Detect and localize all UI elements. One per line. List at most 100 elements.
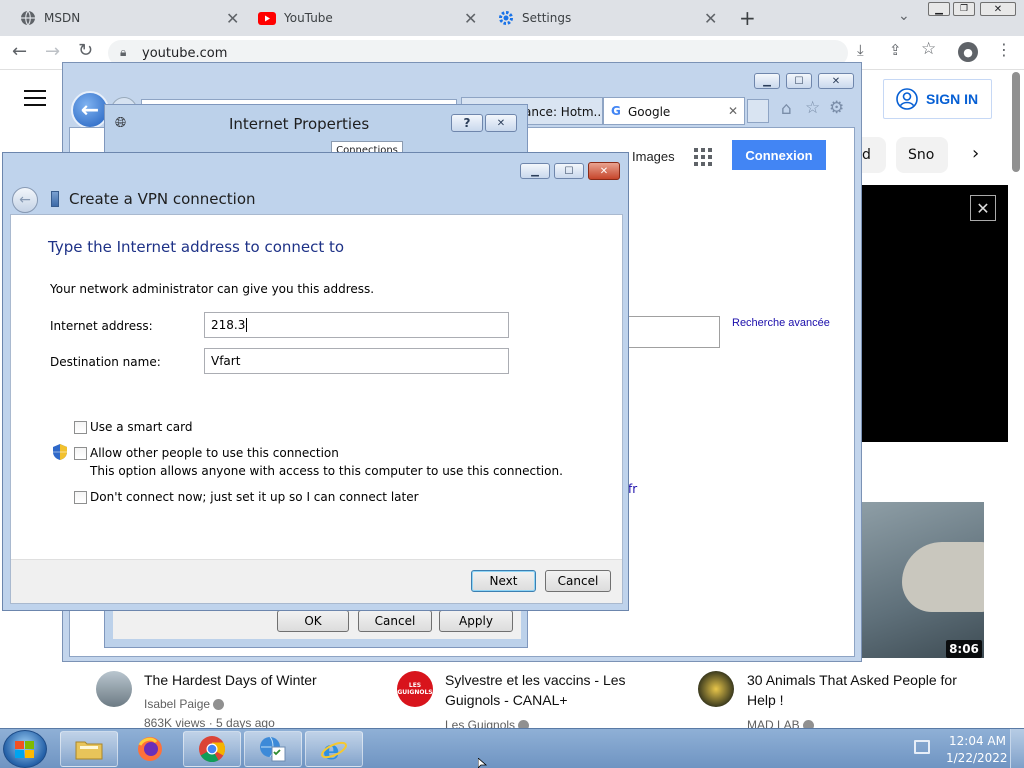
destination-name-input[interactable]: Vfart <box>204 348 509 374</box>
new-tab-button[interactable]: + <box>739 6 756 30</box>
connexion-button[interactable]: Connexion <box>732 140 826 170</box>
close-tab-icon[interactable]: ✕ <box>704 9 717 28</box>
close-tab-icon[interactable]: ✕ <box>226 9 239 28</box>
install-icon[interactable]: ⤓ <box>857 41 864 59</box>
advanced-search-link[interactable]: Recherche avancée <box>732 317 830 329</box>
close-tab-icon[interactable]: ✕ <box>464 9 477 28</box>
video-title[interactable]: The Hardest Days of Winter <box>144 670 374 690</box>
tab-settings[interactable]: Settings ✕ <box>492 0 728 36</box>
close-window-icon[interactable]: ✕ <box>588 162 620 180</box>
maximize-icon[interactable]: ☐ <box>786 73 812 89</box>
dont-connect-label[interactable]: Don't connect now; just set it up so I c… <box>90 490 419 504</box>
channel-avatar[interactable]: LES GUIGNOLS <box>397 671 433 707</box>
channel-avatar[interactable] <box>698 671 734 707</box>
vpn-network-icon <box>51 191 59 207</box>
intro-text: Your network administrator can give you … <box>50 282 375 296</box>
google-images-link[interactable]: Images <box>632 149 675 164</box>
language-link[interactable]: fr <box>628 482 637 496</box>
chip-partial[interactable]: d <box>862 137 886 173</box>
page-scrollbar-thumb[interactable] <box>1012 72 1020 172</box>
home-icon[interactable]: ⌂ <box>781 99 792 119</box>
start-button[interactable] <box>3 730 47 768</box>
tab-label: Settings <box>522 11 572 25</box>
internet-options-icon <box>260 736 286 762</box>
clock-date[interactable]: 1/22/2022 <box>946 751 1008 765</box>
ie-icon: e <box>321 736 347 763</box>
clock-time[interactable]: 12:04 AM <box>949 734 1006 748</box>
close-dialog-icon[interactable]: ✕ <box>485 114 517 132</box>
ie-new-tab[interactable] <box>747 99 769 123</box>
cancel-button[interactable]: Cancel <box>358 610 432 632</box>
video-title[interactable]: Sylvestre et les vaccins - Les Guignols … <box>445 670 675 710</box>
ok-button[interactable]: OK <box>277 610 349 632</box>
tab-search-chevron-icon[interactable]: ⌄ <box>898 8 910 24</box>
taskbar-internet-options[interactable] <box>244 731 302 767</box>
chevron-right-icon[interactable]: › <box>972 143 979 164</box>
allow-others-label[interactable]: Allow other people to use this connectio… <box>90 446 339 460</box>
dont-connect-checkbox[interactable] <box>74 491 87 504</box>
taskbar-chrome[interactable] <box>183 731 241 767</box>
chrome-icon <box>199 736 226 763</box>
profile-avatar-icon[interactable]: ● <box>958 42 978 62</box>
tab-label: MSDN <box>44 11 81 25</box>
google-search-input[interactable] <box>628 316 720 348</box>
windows-logo-icon <box>15 741 34 758</box>
close-ad-icon[interactable]: ✕ <box>970 195 996 221</box>
tab-msdn[interactable]: MSDN ✕ <box>0 0 248 36</box>
chip-sno[interactable]: Sno <box>896 137 948 173</box>
next-button[interactable]: Next <box>471 570 536 592</box>
wizard-back-button[interactable]: ← <box>12 187 38 213</box>
destination-name-label: Destination name: <box>50 355 161 369</box>
channel-name[interactable]: Isabel Paige <box>144 697 225 711</box>
favorites-star-icon[interactable]: ☆ <box>805 98 820 118</box>
reload-icon[interactable]: ↻ <box>78 40 93 61</box>
forward-arrow-icon[interactable]: → <box>45 41 60 62</box>
sign-in-label: SIGN IN <box>926 91 979 107</box>
allow-others-checkbox[interactable] <box>74 447 87 460</box>
video-thumbnail[interactable]: 8:06 <box>862 502 984 658</box>
uac-shield-icon <box>53 444 67 460</box>
wizard-footer: Next Cancel <box>11 559 622 603</box>
google-g-icon: G <box>611 104 621 118</box>
channel-avatar[interactable] <box>96 671 132 707</box>
back-arrow-icon[interactable]: ← <box>12 41 27 62</box>
share-icon[interactable]: ⇪ <box>889 41 902 59</box>
smart-card-checkbox[interactable] <box>74 421 87 434</box>
video-title[interactable]: 30 Animals That Asked People for Help ! <box>747 670 977 710</box>
help-button[interactable]: ? <box>451 114 483 132</box>
thumbnail-figure <box>902 542 984 612</box>
sign-in-button[interactable]: SIGN IN <box>883 79 992 119</box>
hamburger-menu-icon[interactable] <box>24 90 46 106</box>
close-window-icon[interactable]: ✕ <box>818 73 854 89</box>
video-duration: 8:06 <box>946 640 982 658</box>
minimize-icon[interactable]: ▁ <box>754 73 780 89</box>
tab-label: YouTube <box>284 11 333 25</box>
folder-icon <box>75 741 103 760</box>
close-tab-icon[interactable]: ✕ <box>728 104 738 118</box>
restore-icon[interactable]: ❐ <box>953 2 975 16</box>
taskbar-explorer[interactable] <box>60 731 118 767</box>
internet-options-icon: 🌐︎ <box>115 115 127 131</box>
maximize-icon[interactable]: ☐ <box>554 163 584 179</box>
wizard-content: Type the Internet address to connect to … <box>10 214 623 604</box>
minimize-icon[interactable]: ▁ <box>928 2 950 16</box>
apps-grid-icon[interactable] <box>694 148 712 166</box>
ie-tab-google[interactable]: G Google ✕ <box>603 97 745 125</box>
tab-youtube[interactable]: YouTube ✕ <box>248 0 492 36</box>
smart-card-label[interactable]: Use a smart card <box>90 420 192 434</box>
mouse-cursor-icon <box>478 758 488 768</box>
apply-button[interactable]: Apply <box>439 610 513 632</box>
internet-address-input[interactable]: 218.3 <box>204 312 509 338</box>
menu-kebab-icon[interactable]: ⋮ <box>996 40 1012 59</box>
tools-gear-icon[interactable]: ⚙ <box>829 98 844 118</box>
cancel-button[interactable]: Cancel <box>545 570 611 592</box>
browser-tab-strip: MSDN ✕ YouTube ✕ Settings ✕ + ⌄ ▁ ❐ ✕ <box>0 0 1024 36</box>
bookmark-star-icon[interactable]: ☆ <box>921 39 936 59</box>
taskbar-internet-explorer[interactable]: e <box>305 731 363 767</box>
network-tray-icon[interactable] <box>914 740 930 754</box>
show-desktop-button[interactable] <box>1010 729 1024 768</box>
minimize-icon[interactable]: ▁ <box>520 163 550 179</box>
lock-icon: 🔒︎ <box>120 45 127 59</box>
close-window-icon[interactable]: ✕ <box>980 2 1016 16</box>
taskbar-firefox[interactable] <box>121 731 179 767</box>
